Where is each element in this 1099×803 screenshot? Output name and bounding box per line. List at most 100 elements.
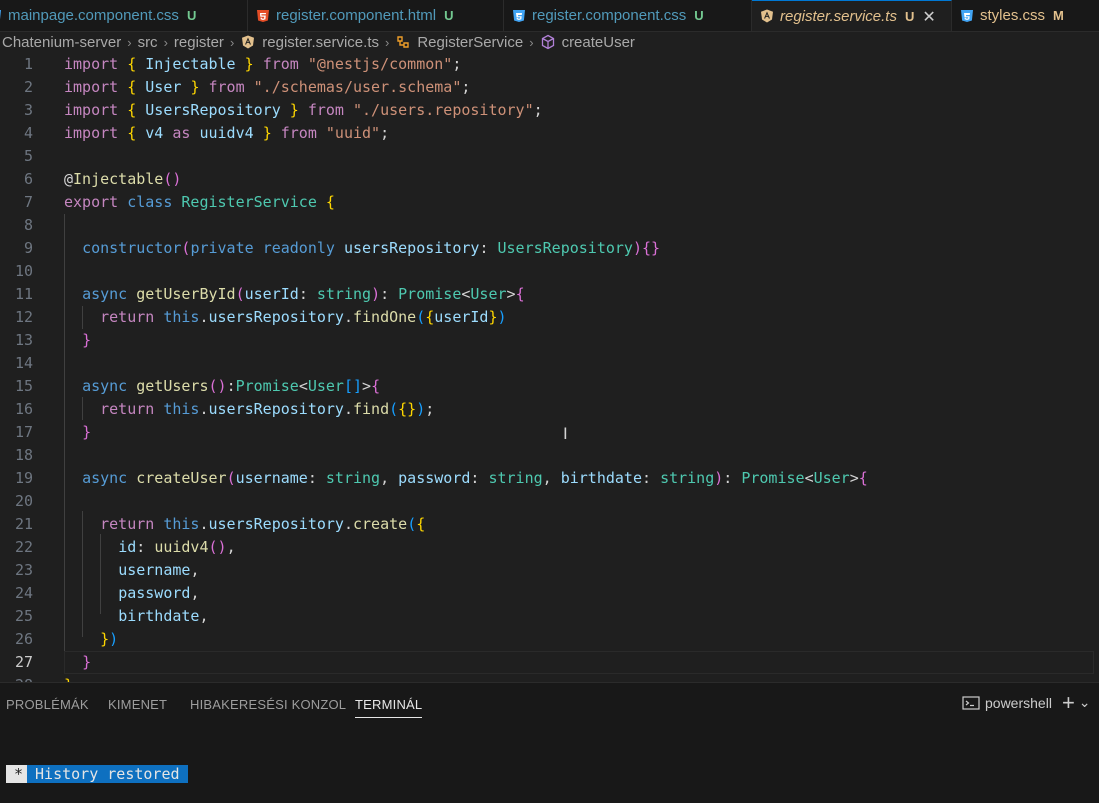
line-number: 20 xyxy=(14,492,33,510)
code-line[interactable]: 16 return this.usersRepository.find({}); xyxy=(0,398,1099,421)
code-editor[interactable]: 1 import { Injectable } from "@nestjs/com… xyxy=(0,53,1099,682)
tab-label: register.service.ts xyxy=(780,7,897,25)
code-text: async createUser(username: string, passw… xyxy=(82,469,868,487)
code-text: export class RegisterService { xyxy=(64,193,335,211)
breadcrumb-item-method[interactable]: createUser xyxy=(562,34,635,51)
line-number: 27 xyxy=(14,653,33,671)
breadcrumb-item-project[interactable]: Chatenium-server xyxy=(2,34,121,51)
code-line[interactable]: 5 xyxy=(0,145,1099,168)
text-cursor-icon: I xyxy=(563,424,568,443)
line-number: 9 xyxy=(23,239,33,257)
code-line[interactable]: 4 import { v4 as uuidv4 } from "uuid"; xyxy=(0,122,1099,145)
tab-label: register.component.css xyxy=(532,7,687,24)
line-number: 19 xyxy=(14,469,33,487)
line-number: 10 xyxy=(14,262,33,280)
code-text: return this.usersRepository.create({ xyxy=(100,515,426,533)
code-line[interactable]: 26 }) xyxy=(0,628,1099,651)
close-icon[interactable]: ✕ xyxy=(922,7,935,26)
line-number: 17 xyxy=(14,423,33,441)
code-text: } xyxy=(82,331,92,349)
code-line[interactable]: 11 async getUserById(userId: string): Pr… xyxy=(0,283,1099,306)
code-line[interactable]: 20 xyxy=(0,490,1099,513)
tab-label: mainpage.component.css xyxy=(8,7,179,24)
code-line[interactable]: 28} xyxy=(0,674,1099,682)
code-line[interactable]: 15 async getUsers():Promise<User[]>{ xyxy=(0,375,1099,398)
tab-mainpage-css[interactable]: mainpage.component.css U xyxy=(0,0,248,31)
chevron-right-icon: › xyxy=(385,34,390,50)
tab-register-css[interactable]: register.component.css U xyxy=(504,0,752,31)
chevron-right-icon: › xyxy=(163,34,168,50)
code-text: } xyxy=(82,653,92,671)
bottom-panel: PROBLÉMÁK KIMENET HIBAKERESÉSI KONZOL TE… xyxy=(0,682,1099,803)
code-line[interactable]: 2 import { User } from "./schemas/user.sc… xyxy=(0,76,1099,99)
code-text: password, xyxy=(118,584,200,602)
code-line[interactable]: 17 } xyxy=(0,421,1099,444)
code-line[interactable]: 21 return this.usersRepository.create({ xyxy=(0,513,1099,536)
chevron-right-icon: › xyxy=(529,34,534,50)
breadcrumb-item-folder[interactable]: register xyxy=(174,34,224,51)
chevron-right-icon: › xyxy=(229,34,235,50)
line-number: 11 xyxy=(14,285,33,303)
code-line[interactable]: 19 async createUser(username: string, pa… xyxy=(0,467,1099,490)
code-text: import { User } from "./schemas/user.sch… xyxy=(64,78,471,96)
code-line[interactable]: 23 username, xyxy=(0,559,1099,582)
line-number: 12 xyxy=(14,308,33,326)
breadcrumb-item-folder[interactable]: src xyxy=(138,34,158,51)
line-number: 18 xyxy=(14,446,33,464)
code-text: import { UsersRepository } from "./users… xyxy=(64,101,543,119)
tab-terminal[interactable]: TERMINÁL xyxy=(355,697,423,718)
git-status-badge: U xyxy=(444,8,454,23)
tab-debug-console[interactable]: HIBAKERESÉSI KONZOL xyxy=(190,697,346,712)
breadcrumb: Chatenium-server › src › register › regi… xyxy=(0,31,1099,53)
terminal-output[interactable]: * History restored xyxy=(6,765,188,783)
code-text: id: uuidv4(), xyxy=(118,538,236,556)
breadcrumb-item-file[interactable]: register.service.ts xyxy=(262,34,379,51)
code-text: import { v4 as uuidv4 } from "uuid"; xyxy=(64,124,390,142)
code-text: } xyxy=(64,674,73,682)
git-status-badge: U xyxy=(186,8,197,23)
css-icon xyxy=(960,9,974,23)
line-number: 26 xyxy=(14,630,33,648)
chevron-down-icon[interactable]: ⌄ xyxy=(1079,694,1091,711)
code-line[interactable]: 3 import { UsersRepository } from "./user… xyxy=(0,99,1099,122)
code-line[interactable]: 12 return this.usersRepository.findOne({… xyxy=(0,306,1099,329)
terminal-message: History restored xyxy=(27,765,188,783)
code-line[interactable]: 22 id: uuidv4(), xyxy=(0,536,1099,559)
code-line[interactable]: 18 xyxy=(0,444,1099,467)
line-number: 25 xyxy=(14,607,33,625)
code-line[interactable]: 7 export class RegisterService { xyxy=(0,191,1099,214)
code-line[interactable]: 8 xyxy=(0,214,1099,237)
tab-register-html[interactable]: register.component.html U xyxy=(248,0,504,31)
code-line[interactable]: 27 } xyxy=(0,651,1099,674)
code-line[interactable]: 13 } xyxy=(0,329,1099,352)
tab-styles-css[interactable]: styles.css M xyxy=(952,0,1099,31)
terminal-icon xyxy=(962,695,980,711)
code-text: return this.usersRepository.find({}); xyxy=(100,400,435,418)
tab-label: register.component.html xyxy=(276,7,437,24)
terminal-selector[interactable]: powershell + ⌄ xyxy=(962,691,1091,713)
line-number: 16 xyxy=(14,400,33,418)
code-line[interactable]: 9 constructor(private readonly usersRepo… xyxy=(0,237,1099,260)
shell-label: powershell xyxy=(985,694,1052,711)
code-line[interactable]: 6 @Injectable() xyxy=(0,168,1099,191)
chevron-right-icon: › xyxy=(127,34,132,50)
angular-icon xyxy=(240,34,256,50)
git-status-badge: U xyxy=(694,8,704,23)
code-line[interactable]: 10 xyxy=(0,260,1099,283)
code-line[interactable]: 1 import { Injectable } from "@nestjs/com… xyxy=(0,53,1099,76)
breadcrumb-item-class[interactable]: RegisterService xyxy=(417,34,523,51)
code-line[interactable]: 25 birthdate, xyxy=(0,605,1099,628)
code-line[interactable]: 14 xyxy=(0,352,1099,375)
add-terminal-button[interactable]: + xyxy=(1062,691,1075,713)
line-number: 13 xyxy=(14,331,33,349)
tab-problems[interactable]: PROBLÉMÁK xyxy=(6,697,89,712)
tab-output[interactable]: KIMENET xyxy=(108,697,167,712)
code-text: @Injectable() xyxy=(64,170,182,188)
html-icon xyxy=(256,9,270,23)
current-line-highlight xyxy=(64,651,1094,674)
line-number: 4 xyxy=(23,124,33,142)
tab-register-service-ts[interactable]: register.service.ts U ✕ xyxy=(752,0,952,31)
line-number: 23 xyxy=(14,561,33,579)
code-line[interactable]: 24 password, xyxy=(0,582,1099,605)
class-icon xyxy=(395,34,411,50)
